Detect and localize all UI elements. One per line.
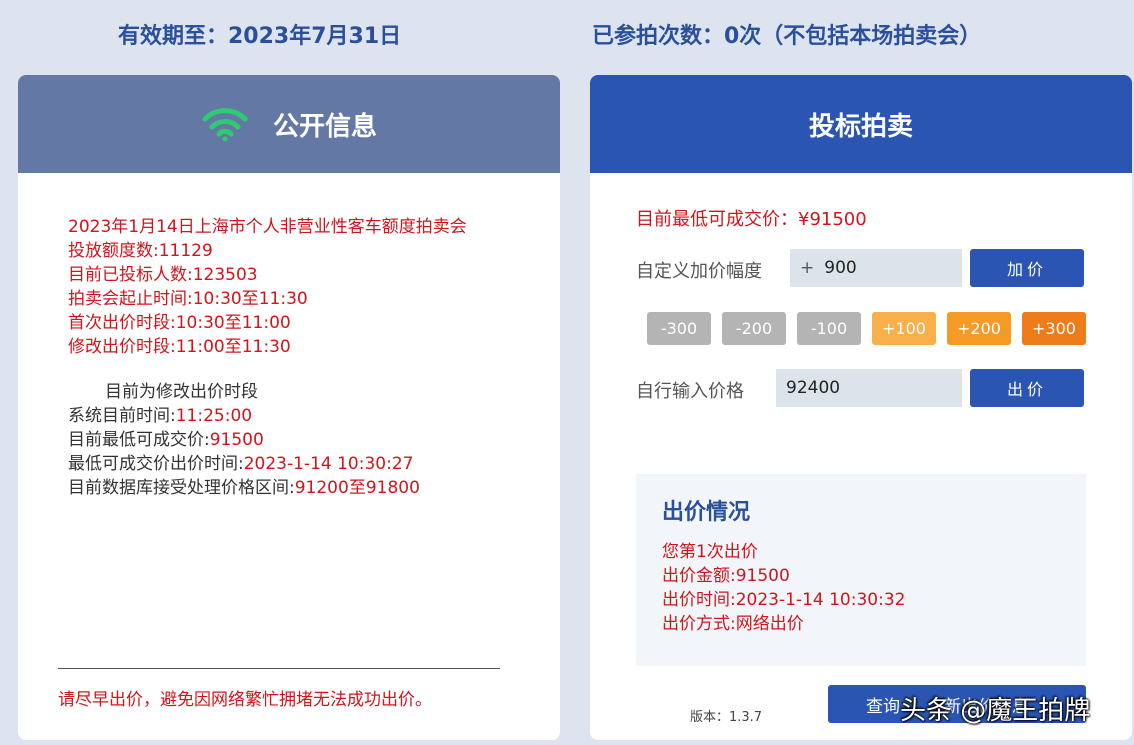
bid-count-label: 已参拍次数：0次（不包括本场拍卖会） <box>592 24 982 49</box>
bid-status-box: 出价情况 您第1次出价 出价金额:91500 出价时间:2023-1-14 10… <box>636 474 1086 666</box>
step-plus-300-button[interactable]: +300 <box>1022 312 1086 345</box>
input-price-field[interactable]: 92400 <box>776 369 962 407</box>
public-info-header: 公开信息 <box>18 75 560 173</box>
network-warning: 请尽早出价，避免因网络繁忙拥堵无法成功出价。 <box>58 690 432 710</box>
bidder-count: 目前已投标人数:123503 <box>68 265 258 285</box>
bidding-header: 投标拍卖 <box>590 75 1132 173</box>
lowest-price-label: 目前最低可成交价: <box>68 430 210 450</box>
public-info-panel: 公开信息 2023年1月14日上海市个人非营业性客车额度拍卖会 投放额度数:11… <box>18 75 560 740</box>
bid-amount: 出价金额:91500 <box>662 566 790 586</box>
lowest-price-row: 目前最低可成交价:91500 <box>68 428 420 452</box>
watermark: 头条 @魔王拍牌 <box>900 696 1091 726</box>
status-info-block: 目前为修改出价时段 系统目前时间:11:25:00 目前最低可成交价:91500… <box>68 380 420 500</box>
public-info-title: 公开信息 <box>272 111 377 142</box>
auction-info-block: 2023年1月14日上海市个人非营业性客车额度拍卖会 投放额度数:11129 目… <box>68 215 467 359</box>
auction-name: 2023年1月14日上海市个人非营业性客车额度拍卖会 <box>68 217 467 237</box>
increase-button[interactable]: 加价 <box>970 249 1084 287</box>
bidding-panel: 投标拍卖 目前最低可成交价：¥91500 自定义加价幅度 + 900 加价 -3… <box>590 75 1132 740</box>
custom-increase-input[interactable]: + 900 <box>790 249 962 287</box>
system-time-value: 11:25:00 <box>175 406 253 426</box>
input-price-value: 92400 <box>786 378 841 398</box>
plus-prefix: + <box>800 258 815 278</box>
first-bid-period: 首次出价时段:10:30至11:00 <box>68 313 291 333</box>
system-time-label: 系统目前时间: <box>68 406 176 426</box>
input-price-label: 自行输入价格 <box>636 381 744 402</box>
step-minus-100-button[interactable]: -100 <box>797 312 861 345</box>
lowest-price-value: 91500 <box>209 430 264 450</box>
bidding-title: 投标拍卖 <box>808 111 913 142</box>
wifi-icon <box>202 108 248 142</box>
bid-attempt: 您第1次出价 <box>662 542 758 562</box>
step-plus-200-button[interactable]: +200 <box>947 312 1011 345</box>
db-range-label: 目前数据库接受处理价格区间: <box>68 478 295 498</box>
db-range-value: 91200至91800 <box>294 478 420 498</box>
modify-bid-period: 修改出价时段:11:00至11:30 <box>68 337 291 357</box>
lowest-price-display: 目前最低可成交价：¥91500 <box>636 209 867 230</box>
current-phase: 目前为修改出价时段 <box>105 382 258 402</box>
auction-time: 拍卖会起止时间:10:30至11:30 <box>68 289 308 309</box>
bid-status-lines: 您第1次出价 出价金额:91500 出价时间:2023-1-14 10:30:3… <box>662 540 905 636</box>
query-button-label: 查询 <box>866 696 900 717</box>
custom-increase-label: 自定义加价幅度 <box>636 261 762 282</box>
system-time-row: 系统目前时间:11:25:00 <box>68 404 420 428</box>
validity-label: 有效期至：2023年7月31日 <box>118 24 402 49</box>
bid-method: 出价方式:网络出价 <box>662 614 804 634</box>
quota-count: 投放额度数:11129 <box>68 241 213 261</box>
step-minus-300-button[interactable]: -300 <box>647 312 711 345</box>
lowest-price-time-row: 最低可成交价出价时间:2023-1-14 10:30:27 <box>68 452 420 476</box>
bid-time: 出价时间:2023-1-14 10:30:32 <box>662 590 906 610</box>
lowest-price-time-value: 2023-1-14 10:30:27 <box>243 454 414 474</box>
version-label: 版本：1.3.7 <box>690 710 763 725</box>
divider <box>58 668 500 669</box>
lowest-price-time-label: 最低可成交价出价时间: <box>68 454 244 474</box>
step-plus-100-button[interactable]: +100 <box>872 312 936 345</box>
bid-status-title: 出价情况 <box>662 500 751 525</box>
bid-button[interactable]: 出价 <box>970 369 1084 407</box>
db-range-row: 目前数据库接受处理价格区间:91200至91800 <box>68 476 420 500</box>
custom-increase-value: 900 <box>824 258 857 278</box>
step-minus-200-button[interactable]: -200 <box>722 312 786 345</box>
